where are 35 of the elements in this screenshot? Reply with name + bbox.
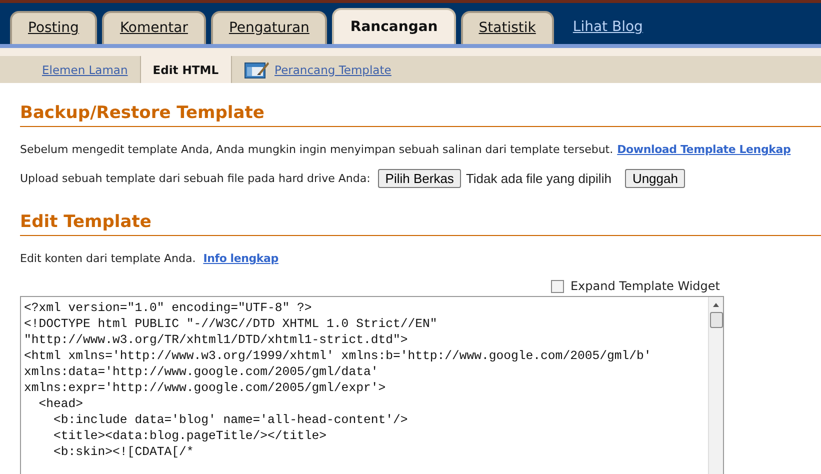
info-link[interactable]: Info lengkap	[203, 252, 278, 265]
upload-button[interactable]: Unggah	[625, 169, 685, 188]
choose-file-button[interactable]: Pilih Berkas	[378, 169, 461, 188]
view-blog-link[interactable]: Lihat Blog	[572, 19, 643, 35]
code-line: "http://www.w3.org/TR/xhtml1/DTD/xhtml1-strict.dtd">	[24, 332, 409, 348]
download-link[interactable]: Download Template Lengkap	[617, 143, 791, 156]
nav-tab[interactable]: Komentar	[102, 11, 206, 44]
intro-text: Sebelum mengedit template Anda, Anda mungkin ingin menyimpan sebuah salinan dari template tersebut.	[20, 143, 614, 156]
code-line: <html xmlns='http://www.w3.org/1999/xhtml' xmlns:b='http://www.google.com/2005/gml/b'	[24, 348, 652, 364]
code-line: <b:skin><![CDATA[/*	[52, 444, 195, 460]
code-line: <head>	[38, 396, 84, 412]
upload-label: Upload sebuah template dari sebuah file pada hard drive Anda:	[20, 172, 370, 185]
scrollbar[interactable]	[708, 297, 723, 474]
code-line: xmlns:expr='http://www.google.com/2005/gml/expr'>	[24, 380, 387, 396]
file-status-text: Tidak ada file yang dipilih	[466, 171, 612, 186]
section-heading: Edit Template	[20, 212, 821, 236]
section-heading: Backup/Restore Template	[20, 103, 821, 127]
nav-tab[interactable]: Pengaturan	[210, 11, 328, 44]
code-line: <?xml version="1.0" encoding="UTF-8" ?>	[24, 300, 313, 316]
nav-tab[interactable]: Posting	[10, 11, 97, 44]
scrollbar-thumb[interactable]	[710, 312, 722, 328]
code-line: <!DOCTYPE html PUBLIC "-//W3C//DTD XHTML 1.0 Strict//EN"	[24, 316, 438, 332]
intro-text: Edit konten dari template Anda.	[20, 252, 197, 265]
nav-tab[interactable]: Rancangan	[332, 8, 456, 44]
sub-tab[interactable]: Perancang Template	[232, 56, 404, 83]
code-line: <title><data:blog.pageTitle/></title>	[52, 428, 328, 444]
checkbox[interactable]	[551, 280, 564, 292]
template-designer-icon	[244, 60, 270, 80]
nav-tab[interactable]: Statistik	[460, 11, 554, 44]
code-line: <b:include data='blog' name='all-head-content'/>	[52, 412, 409, 428]
checkbox-label: Expand Template Widget	[570, 279, 720, 293]
code-line: xmlns:data='http://www.google.com/2005/gml/data'	[24, 364, 380, 380]
sub-tab[interactable]: Elemen Laman	[30, 56, 140, 83]
sub-tab[interactable]: Edit HTML	[140, 56, 232, 83]
code-editor[interactable]	[20, 296, 724, 474]
